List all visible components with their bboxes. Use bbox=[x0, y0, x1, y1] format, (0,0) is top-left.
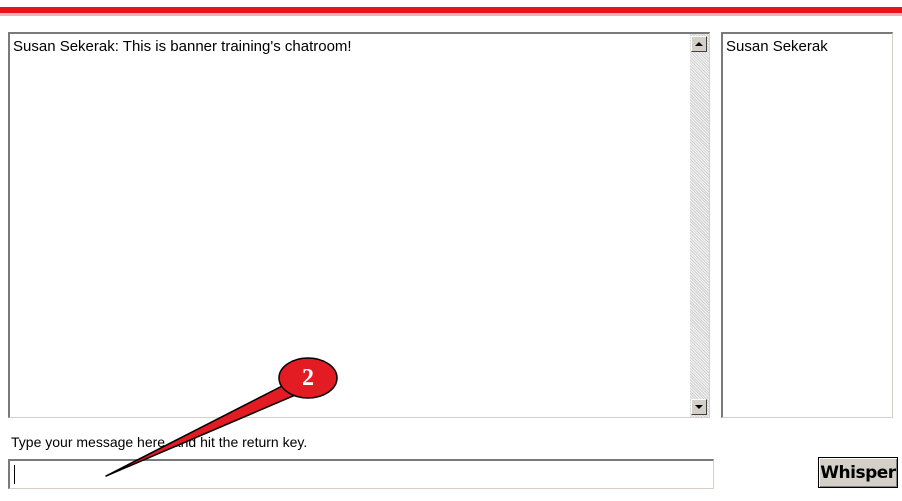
message-input[interactable] bbox=[8, 459, 714, 489]
chat-scrollbar[interactable] bbox=[690, 34, 709, 417]
text-caret bbox=[14, 465, 15, 484]
scroll-down-button[interactable] bbox=[691, 399, 707, 415]
scroll-up-arrow-icon bbox=[695, 42, 703, 46]
top-rule-shadow bbox=[0, 13, 902, 16]
message-instructions: Type your message here, and hit the retu… bbox=[11, 434, 308, 450]
scroll-down-arrow-icon bbox=[695, 405, 703, 409]
user-list-item[interactable]: Susan Sekerak bbox=[726, 38, 828, 55]
whisper-button[interactable]: Whisper bbox=[818, 457, 898, 488]
chat-transcript[interactable]: Susan Sekerak: This is banner training's… bbox=[8, 32, 710, 418]
user-list[interactable]: Susan Sekerak bbox=[721, 32, 893, 418]
scroll-up-button[interactable] bbox=[691, 36, 707, 52]
chat-message: Susan Sekerak: This is banner training's… bbox=[13, 38, 352, 55]
